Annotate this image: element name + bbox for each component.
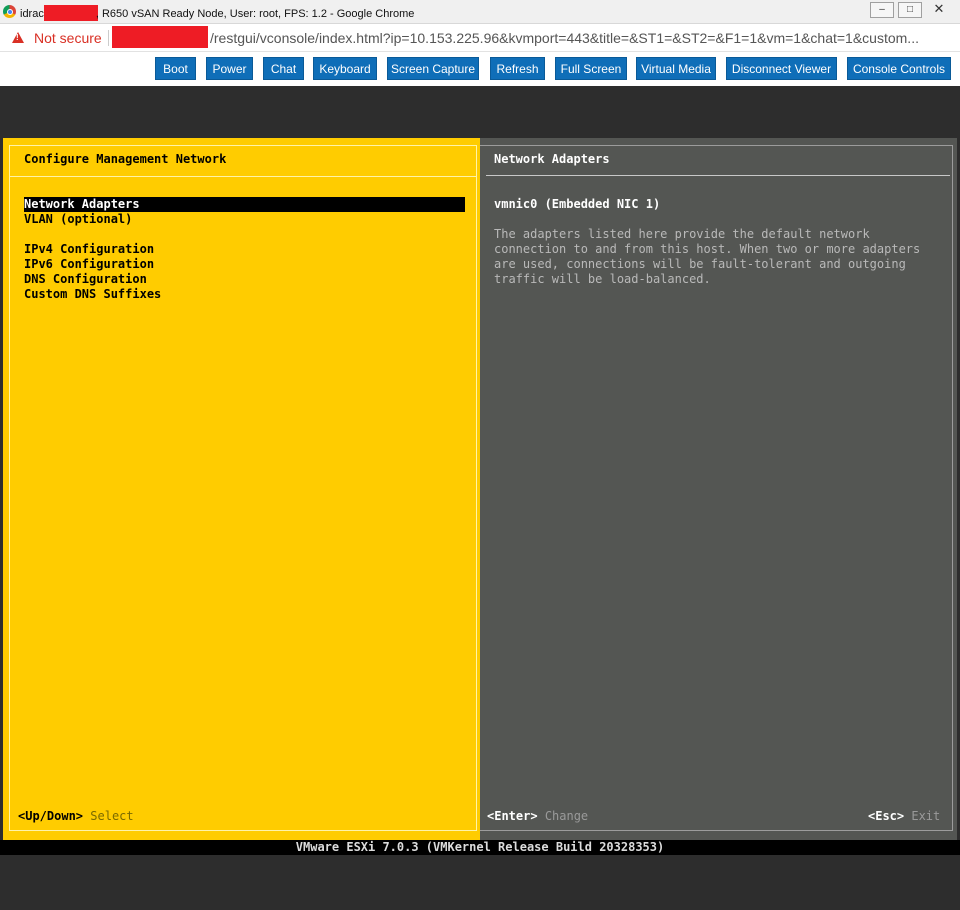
disconnect-viewer-button[interactable]: Disconnect Viewer [726, 57, 837, 80]
console-controls-button[interactable]: Console Controls [847, 57, 951, 80]
window-title: idrac, R650 vSAN Ready Node, User: root,… [20, 5, 414, 21]
menu-item-vlan[interactable]: VLAN (optional) [24, 212, 465, 227]
hint-enter: <Enter> Change [487, 809, 589, 823]
menu-item-network-adapters[interactable]: Network Adapters [24, 197, 465, 212]
security-indicator[interactable]: Not secure [34, 30, 102, 46]
address-divider [108, 30, 109, 46]
detail-title: Network Adapters [494, 152, 610, 166]
screen-capture-button[interactable]: Screen Capture [387, 57, 479, 80]
window-title-bar: idrac, R650 vSAN Ready Node, User: root,… [0, 0, 960, 24]
console-toolbar: Boot Power Chat Keyboard Screen Capture … [0, 52, 960, 86]
chrome-icon [3, 5, 16, 18]
hint-updown: <Up/Down> Select [18, 809, 134, 823]
virtual-media-button[interactable]: Virtual Media [636, 57, 716, 80]
hint-esc: <Esc> Exit [868, 809, 941, 823]
esxi-right-panel: Network Adapters vmnic0 (Embedded NIC 1)… [480, 138, 957, 840]
menu-item-dns-suffixes[interactable]: Custom DNS Suffixes [24, 287, 465, 302]
right-divider [486, 175, 950, 176]
redacted-host [112, 26, 208, 48]
power-button[interactable]: Power [206, 57, 253, 80]
esxi-status-bar: VMware ESXi 7.0.3 (VMKernel Release Buil… [0, 840, 960, 855]
warning-icon[interactable] [12, 32, 24, 43]
menu-item-ipv4[interactable]: IPv4 Configuration [24, 242, 465, 257]
full-screen-button[interactable]: Full Screen [555, 57, 627, 80]
address-bar[interactable]: Not secure /restgui/vconsole/index.html?… [0, 24, 960, 52]
refresh-button[interactable]: Refresh [490, 57, 545, 80]
close-button[interactable]: ✕ [926, 2, 952, 18]
maximize-button[interactable]: □ [898, 2, 922, 18]
menu-list: Network Adapters VLAN (optional) IPv4 Co… [24, 197, 465, 302]
url-text[interactable]: /restgui/vconsole/index.html?ip=10.153.2… [210, 30, 919, 46]
minimize-button[interactable]: ‒ [870, 2, 894, 18]
nic-name: vmnic0 (Embedded NIC 1) [494, 197, 661, 211]
console-bottom-area [0, 855, 960, 910]
menu-item-ipv6[interactable]: IPv6 Configuration [24, 257, 465, 272]
left-divider [9, 176, 477, 177]
detail-description: The adapters listed here provide the def… [494, 227, 921, 286]
chat-button[interactable]: Chat [263, 57, 304, 80]
boot-button[interactable]: Boot [155, 57, 196, 80]
esxi-left-panel: Configure Management Network Network Ada… [3, 138, 480, 840]
window-controls: ‒ □ ✕ [870, 2, 952, 18]
menu-item-dns[interactable]: DNS Configuration [24, 272, 465, 287]
keyboard-button[interactable]: Keyboard [313, 57, 377, 80]
redacted-block [43, 5, 98, 21]
panel-title: Configure Management Network [24, 152, 227, 166]
menu-spacer [24, 227, 465, 242]
